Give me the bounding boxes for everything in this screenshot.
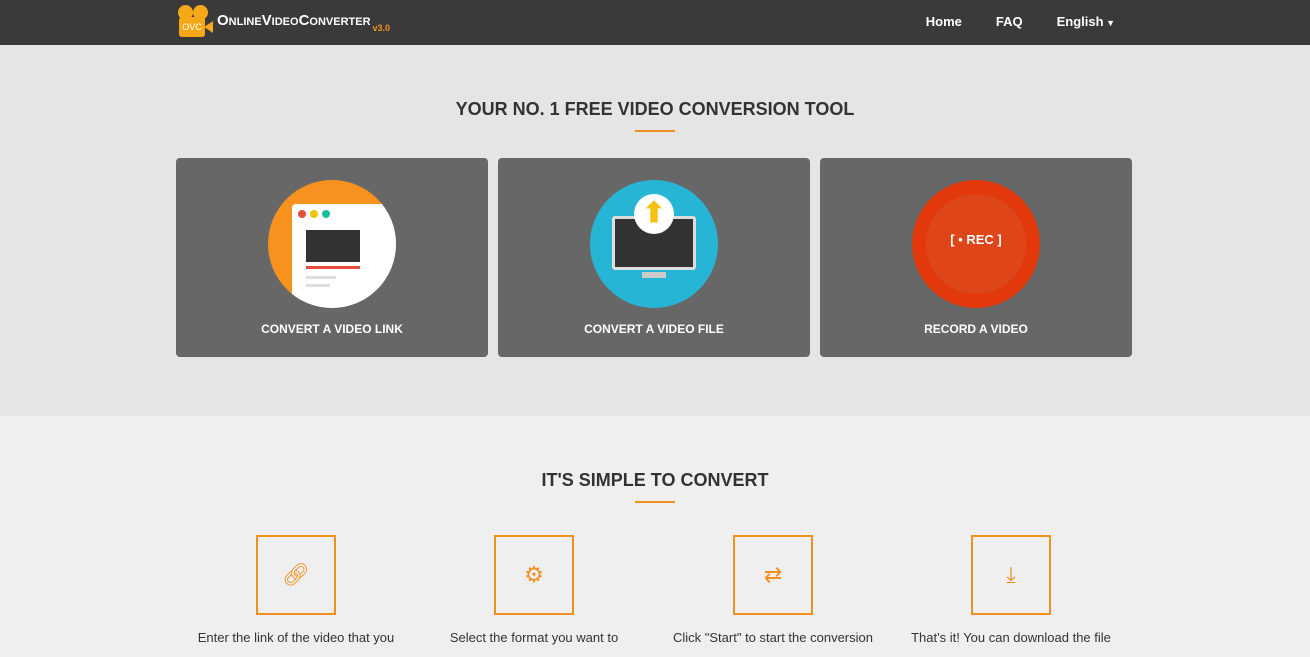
browser-video-icon: [268, 180, 396, 308]
step-text: That's it! You can download the file: [911, 630, 1111, 645]
record-icon: [ • REC ]: [912, 180, 1040, 308]
nav-home[interactable]: Home: [926, 14, 962, 29]
caret-down-icon: ▼: [1103, 18, 1115, 28]
version: v3.0: [372, 23, 391, 33]
step-text: Click "Start" to start the conversion: [673, 630, 873, 645]
card-label: CONVERT A VIDEO FILE: [584, 322, 724, 336]
gears-icon: ⚙: [494, 535, 574, 615]
exchange-icon: ⇄: [733, 535, 813, 615]
steps-title: IT'S SIMPLE TO CONVERT: [541, 470, 769, 490]
steps-section: IT'S SIMPLE TO CONVERT: [0, 416, 1310, 503]
camera-logo-icon: OVC: [177, 5, 213, 39]
convert-link-card[interactable]: CONVERT A VIDEO LINK: [176, 158, 488, 357]
brand-name: OnlineVideoConverter: [217, 12, 371, 29]
logo[interactable]: OVC OnlineVideoConverter v3.0: [177, 5, 390, 39]
monitor-upload-icon: ⬆: [590, 180, 718, 308]
convert-file-card[interactable]: ⬆ CONVERT A VIDEO FILE: [498, 158, 810, 357]
card-label: CONVERT A VIDEO LINK: [261, 322, 403, 336]
step-text: Enter the link of the video that you: [197, 630, 395, 645]
language-dropdown[interactable]: English ▼: [1057, 14, 1115, 29]
record-video-card[interactable]: [ • REC ] RECORD A VIDEO: [820, 158, 1132, 357]
top-nav: OVC OnlineVideoConverter v3.0 Home FAQ E…: [0, 0, 1310, 45]
hero-section: YOUR NO. 1 FREE VIDEO CONVERSION TOOL CO…: [0, 45, 1310, 416]
card-label: RECORD A VIDEO: [924, 322, 1028, 336]
download-icon: ⤓: [971, 535, 1051, 615]
step-text: Select the format you want to: [449, 630, 619, 645]
nav-faq[interactable]: FAQ: [996, 14, 1023, 29]
hero-title: YOUR NO. 1 FREE VIDEO CONVERSION TOOL: [455, 99, 855, 119]
link-icon: 🔗︎: [256, 535, 336, 615]
